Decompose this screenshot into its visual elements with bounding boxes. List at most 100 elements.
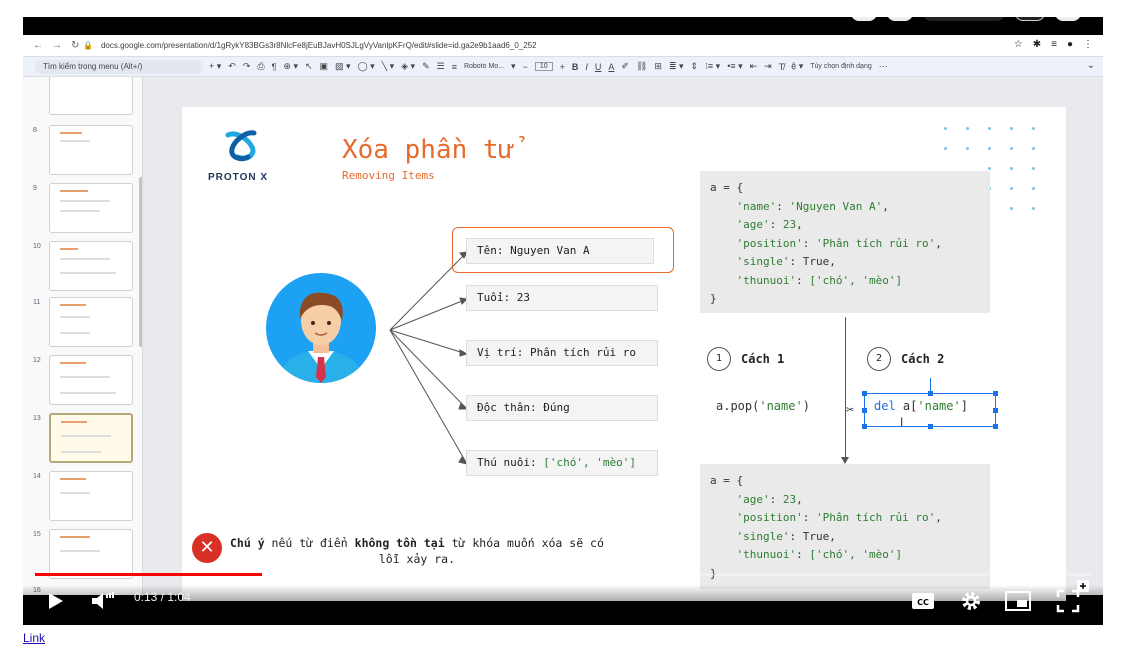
playlist-icon[interactable]: ≡	[1051, 39, 1057, 50]
text-color-icon[interactable]: A	[608, 62, 614, 72]
textbox-icon[interactable]: ▣	[320, 61, 329, 72]
paint-format-icon[interactable]: ¶	[272, 62, 277, 72]
align-icon[interactable]: ≣ ▾	[669, 61, 684, 72]
underline-icon[interactable]: U	[595, 62, 602, 72]
info-position[interactable]: Vị trí: Phân tích rủi ro	[466, 340, 658, 366]
collapse-icon[interactable]: ⌄	[1087, 60, 1095, 71]
code-value: True	[802, 529, 830, 543]
line-spacing-icon[interactable]: ⇕	[691, 61, 699, 72]
top-chips	[851, 17, 1081, 21]
slide-title[interactable]: Xóa phần tử	[342, 135, 514, 165]
slide-thumb[interactable]	[49, 183, 133, 233]
line-icon[interactable]: ╲ ▾	[382, 61, 394, 72]
font-select[interactable]: Roboto Mo...	[464, 63, 504, 70]
info-pets[interactable]: Thú nuôi: ['chó', 'mèo']	[466, 450, 658, 476]
border-icon[interactable]: ☰	[437, 61, 445, 72]
slide-number: 12	[33, 357, 41, 364]
add-corner-icon[interactable]	[1077, 580, 1089, 592]
bold-icon[interactable]: B	[572, 62, 579, 72]
indent-less-icon[interactable]: ⇤	[750, 61, 758, 72]
select-icon[interactable]: ↖	[305, 61, 313, 72]
star-icon[interactable]: ☆	[1014, 39, 1023, 50]
crop-icon[interactable]: ✂	[846, 405, 854, 416]
progress-bar[interactable]	[35, 573, 1091, 576]
fullscreen-icon[interactable]	[1056, 589, 1080, 613]
code-string: 'name'	[917, 399, 961, 413]
lock-icon: 🔒	[83, 41, 93, 50]
fill-icon[interactable]: ◈ ▾	[401, 61, 415, 72]
profile-icon[interactable]: ●	[1067, 39, 1073, 50]
url-text[interactable]: docs.google.com/presentation/d/1gRykY83B…	[101, 41, 537, 50]
border-style-icon[interactable]: ≡	[452, 62, 457, 72]
code-before[interactable]: a = { 'name': 'Nguyen Van A', 'age': 23,…	[700, 171, 990, 313]
format-options[interactable]: Tùy chọn định dạng	[810, 63, 872, 70]
slide-thumb[interactable]	[49, 355, 133, 405]
info-name[interactable]: Tên: Nguyen Van A	[466, 238, 654, 264]
info-single[interactable]: Độc thân: Đúng	[466, 395, 658, 421]
method-1: 1 Cách 1	[707, 347, 784, 371]
undo-icon[interactable]: ↶	[228, 61, 236, 72]
person-icon	[278, 292, 364, 383]
progress-played	[35, 573, 263, 576]
slide-filmstrip: 8 9 10 11 12 13 14 15 16	[23, 77, 143, 595]
reload-icon[interactable]: ↻	[71, 40, 79, 51]
warning-note[interactable]: ✕ Chú ý nếu từ điển không tồn tại từ khó…	[192, 533, 642, 567]
more-icon[interactable]: ⋮	[1083, 39, 1093, 50]
forward-icon[interactable]: →	[52, 40, 62, 51]
shape-icon[interactable]: ◯ ▾	[358, 61, 375, 72]
chip	[851, 17, 877, 21]
code-after[interactable]: a = { 'age': 23, 'position': 'Phân tích …	[700, 464, 990, 589]
slide-subtitle[interactable]: Removing Items	[342, 169, 435, 182]
input-tools-icon[interactable]: ệ ▾	[791, 61, 803, 72]
redo-icon[interactable]: ↷	[243, 61, 251, 72]
settings-gear-icon[interactable]	[959, 589, 983, 613]
print-icon[interactable]: ⎙	[257, 61, 264, 72]
clear-format-icon[interactable]: T̸	[779, 62, 785, 72]
video-player[interactable]: ← → ↻ 🔒 docs.google.com/presentation/d/1…	[23, 17, 1103, 625]
slide-thumb[interactable]	[49, 471, 133, 521]
indent-more-icon[interactable]: ⇥	[764, 61, 772, 72]
image-icon[interactable]: ▨ ▾	[335, 61, 351, 72]
code-key: 'thunuoi'	[736, 548, 797, 561]
slide-thumb[interactable]	[49, 77, 133, 115]
extension-icon[interactable]: ✱	[1033, 39, 1041, 50]
font-size-decrease[interactable]: −	[523, 62, 528, 72]
highlight-icon[interactable]: ✐	[621, 61, 629, 72]
slide-number: 10	[33, 243, 41, 250]
play-icon[interactable]	[43, 589, 67, 613]
comment-icon[interactable]: ⊞	[654, 61, 662, 72]
method-1-code[interactable]: a.pop('name')	[716, 399, 810, 413]
text-cursor-icon: I	[900, 415, 904, 429]
code-line: a = {	[710, 474, 744, 487]
slide-thumb[interactable]	[49, 125, 133, 175]
method-2-number: 2	[867, 347, 891, 371]
captions-icon[interactable]: CC	[911, 591, 935, 611]
miniplayer-icon[interactable]	[1005, 591, 1031, 611]
font-size-field[interactable]: 10	[534, 62, 553, 71]
numbered-list-icon[interactable]: ⁝≡ ▾	[705, 61, 720, 72]
font-size-increase[interactable]: +	[560, 62, 565, 72]
method-2-code[interactable]: del a['name']	[874, 399, 968, 413]
code-key: 'name'	[736, 199, 777, 213]
method-1-label[interactable]: Cách 1	[741, 352, 784, 366]
slide-thumb[interactable]	[49, 241, 133, 291]
pen-icon[interactable]: ✎	[422, 61, 430, 72]
method-2-label[interactable]: Cách 2	[901, 352, 944, 366]
slide-thumb[interactable]	[49, 529, 133, 579]
slide-thumb-current[interactable]	[49, 413, 133, 463]
slide-thumb[interactable]	[49, 297, 133, 347]
zoom-icon[interactable]: ⊕ ▾	[283, 61, 298, 72]
font-dropdown-icon[interactable]: ▾	[511, 61, 516, 72]
info-age[interactable]: Tuổi: 23	[466, 285, 658, 311]
link-icon[interactable]: ⛓	[636, 61, 647, 72]
bulleted-list-icon[interactable]: •≡ ▾	[727, 61, 742, 72]
italic-icon[interactable]: I	[585, 62, 588, 72]
menu-search[interactable]: Tìm kiếm trong menu (Alt+/)	[35, 59, 203, 74]
more-toolbar-icon[interactable]: ⋯	[879, 61, 888, 72]
add-icon[interactable]: + ▾	[209, 61, 221, 72]
code-string: 'name'	[759, 399, 803, 413]
code-value: ['chó', 'mèo']	[809, 273, 903, 287]
volume-icon[interactable]	[89, 589, 115, 613]
back-icon[interactable]: ←	[33, 40, 43, 51]
logo: PROTON X	[208, 129, 278, 183]
